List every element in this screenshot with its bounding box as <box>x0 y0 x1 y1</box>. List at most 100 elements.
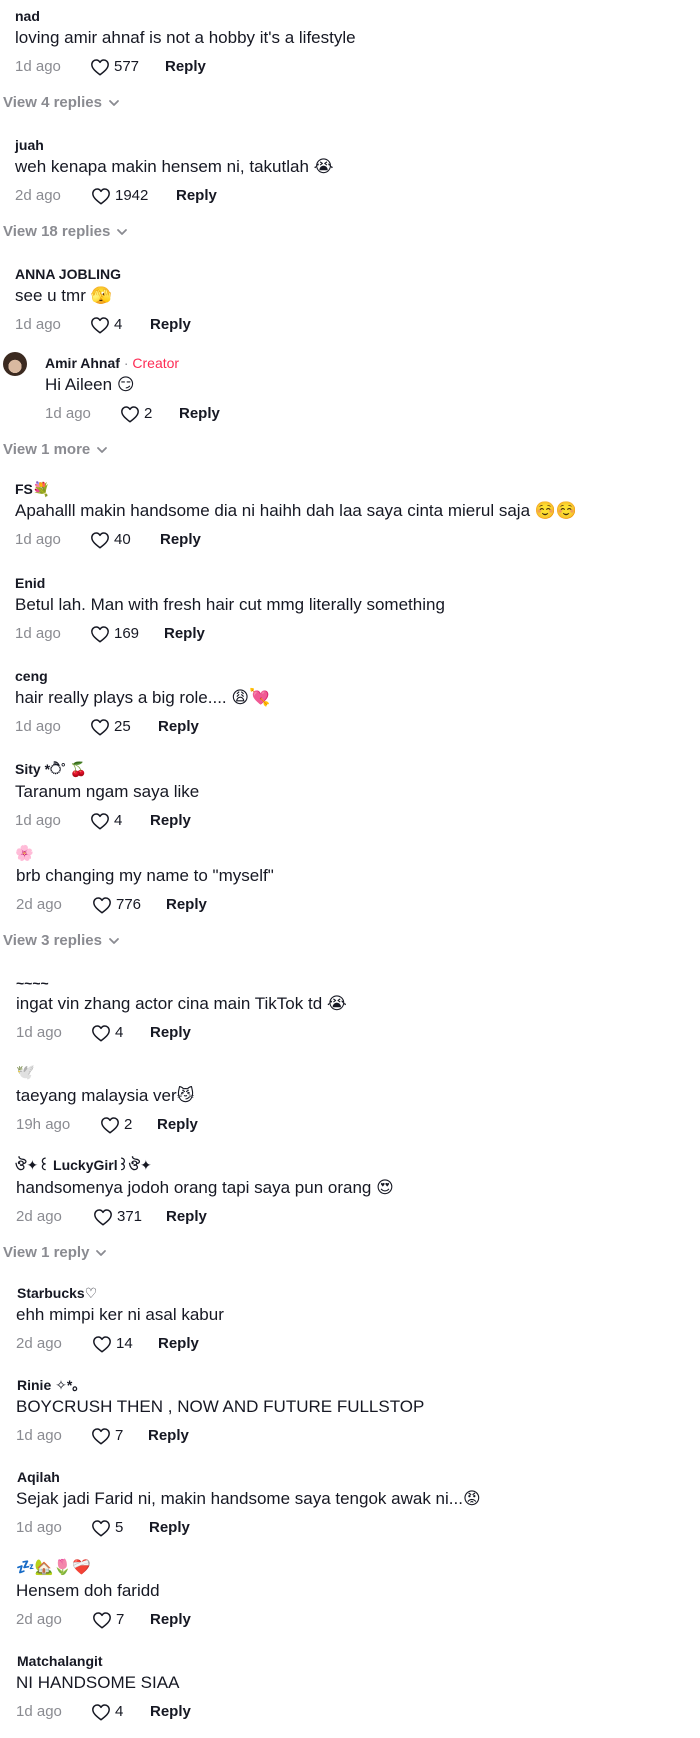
heart-outline-icon <box>92 188 110 205</box>
comment-date: 1d ago <box>15 718 61 735</box>
like-count: 5 <box>115 1519 124 1536</box>
view-replies-label: View 3 replies <box>3 932 102 949</box>
chevron-down-icon <box>117 229 128 235</box>
comment-text: hair really plays a big role.... 😩💘 <box>15 688 271 707</box>
reply-button[interactable]: Reply <box>158 717 199 737</box>
like-count: 2 <box>144 405 153 422</box>
comment-text: NI HANDSOME SIAA <box>16 1673 180 1692</box>
chevron-down-icon <box>97 447 108 453</box>
comment-date: 2d ago <box>16 1611 62 1628</box>
comment-username[interactable]: 💤🏡🌷❤️‍🩹 <box>16 1559 91 1576</box>
reply-button[interactable]: Reply <box>150 1702 191 1722</box>
view-replies-button[interactable]: View 18 replies <box>3 222 128 242</box>
comment-text: ehh mimpi ker ni asal kabur <box>16 1305 224 1324</box>
view-replies-button[interactable]: View 3 replies <box>3 931 120 951</box>
reply-button[interactable]: Reply <box>157 1115 198 1135</box>
comment-username[interactable]: 🌸 <box>15 845 34 862</box>
heart-outline-icon <box>101 1117 119 1134</box>
comment-text: BOYCRUSH THEN , NOW AND FUTURE FULLSTOP <box>16 1397 425 1416</box>
comment-date: 1d ago <box>16 1703 62 1720</box>
comment-meta: 2d ago 14 Reply <box>16 1334 616 1354</box>
chevron-down-icon <box>109 100 119 106</box>
creator-avatar[interactable] <box>3 352 27 376</box>
reply-button[interactable]: Reply <box>148 1426 189 1446</box>
comment-text: brb changing my name to "myself" <box>16 866 274 885</box>
comment-meta: 1d ago 4 Reply <box>15 315 615 335</box>
reply-button[interactable]: Reply <box>179 404 220 424</box>
reply-button[interactable]: Reply <box>166 895 207 915</box>
heart-outline-icon <box>92 1704 110 1721</box>
heart-outline-icon <box>93 1336 111 1353</box>
comment-username[interactable]: FS💐 <box>15 481 50 498</box>
like-count: 40 <box>114 531 131 548</box>
view-replies-button[interactable]: View 1 more <box>3 440 108 460</box>
comment-username[interactable]: Enid <box>15 575 45 592</box>
heart-outline-icon <box>91 59 109 76</box>
like-count: 776 <box>116 896 142 913</box>
reply-button[interactable]: Reply <box>150 1610 191 1630</box>
comment-meta: 19h ago 2 Reply <box>16 1115 616 1135</box>
reply-button[interactable]: Reply <box>150 315 191 335</box>
comment-username[interactable]: 🕊️ <box>16 1064 35 1081</box>
comment-username[interactable]: Matchalangit <box>17 1653 103 1670</box>
comment-username[interactable]: Sity *ੈ˚ 🍒 <box>15 761 87 778</box>
comment-date: 2d ago <box>15 187 61 204</box>
view-replies-button[interactable]: View 4 replies <box>3 93 120 113</box>
comment-username[interactable]: ceng <box>15 668 48 685</box>
heart-outline-icon <box>93 897 111 914</box>
like-count: 577 <box>114 58 140 75</box>
comment-meta: 1d ago 4 Reply <box>16 1702 616 1722</box>
chevron-down-icon <box>109 938 119 944</box>
comment-text: see u tmr 🫣 <box>15 286 112 305</box>
comment-text: Apahalll makin handsome dia ni haihh dah… <box>15 501 578 520</box>
comment-meta: 1d ago 169 Reply <box>15 624 615 644</box>
comment-username[interactable]: Starbucks♡ <box>17 1285 97 1302</box>
comment-username[interactable]: Aqilah <box>17 1469 60 1486</box>
comment-text: taeyang malaysia ver😼 <box>16 1086 195 1105</box>
comment-meta: 2d ago 1942 Reply <box>15 186 615 206</box>
comment-text: Betul lah. Man with fresh hair cut mmg l… <box>15 595 445 614</box>
reply-button[interactable]: Reply <box>166 1207 207 1227</box>
reply-button[interactable]: Reply <box>160 530 201 550</box>
like-count: 1942 <box>115 187 149 204</box>
comment-meta: 1d ago 40 Reply <box>15 530 615 550</box>
comment-date: 1d ago <box>16 1519 62 1536</box>
comment-text: Taranum ngam saya like <box>15 782 200 801</box>
comment-username[interactable]: ~~~~ <box>16 975 49 992</box>
creator-name: Amir Ahnaf <box>45 355 120 371</box>
reply-button[interactable]: Reply <box>149 1518 190 1538</box>
like-count: 371 <box>117 1208 143 1225</box>
comment-meta: 2d ago 776 Reply <box>16 895 616 915</box>
heart-outline-icon <box>94 1209 112 1226</box>
comment-text: Hi Aileen 😏 <box>45 375 135 394</box>
like-count: 7 <box>116 1611 125 1628</box>
creator-separator: · <box>119 355 133 371</box>
like-count: 4 <box>114 812 123 829</box>
like-count: 4 <box>115 1024 124 1041</box>
like-count: 169 <box>114 625 140 642</box>
heart-outline-icon <box>93 1612 111 1629</box>
like-count: 4 <box>115 1703 124 1720</box>
comment-username[interactable]: ANNA JOBLING <box>15 266 121 283</box>
comment-text: Hensem doh faridd <box>16 1581 160 1600</box>
chevron-down-icon <box>96 1250 107 1256</box>
comment-username[interactable]: Amir Ahnaf · Creator <box>45 355 179 372</box>
reply-button[interactable]: Reply <box>150 811 191 831</box>
view-replies-button[interactable]: View 1 reply <box>3 1243 107 1263</box>
comment-text: handsomenya jodoh orang tapi saya pun or… <box>16 1178 394 1197</box>
reply-button[interactable]: Reply <box>158 1334 199 1354</box>
comment-username[interactable]: juah <box>15 137 44 154</box>
comment-username[interactable]: Rinie ✧*｡ <box>17 1377 79 1394</box>
like-count: 4 <box>114 316 123 333</box>
reply-button[interactable]: Reply <box>164 624 205 644</box>
reply-button[interactable]: Reply <box>165 57 206 77</box>
reply-button[interactable]: Reply <box>150 1023 191 1043</box>
comment-meta: 1d ago 7 Reply <box>16 1426 616 1446</box>
comment-text: ingat vin zhang actor cina main TikTok t… <box>16 994 347 1013</box>
comment-username[interactable]: ঔ✦꒰ LuckyGirl꒱ঔ✦ <box>15 1157 152 1174</box>
comment-username[interactable]: nad <box>15 8 40 25</box>
heart-outline-icon <box>91 626 109 643</box>
comment-date: 1d ago <box>16 1427 62 1444</box>
reply-button[interactable]: Reply <box>176 186 217 206</box>
creator-badge: Creator <box>132 355 180 371</box>
